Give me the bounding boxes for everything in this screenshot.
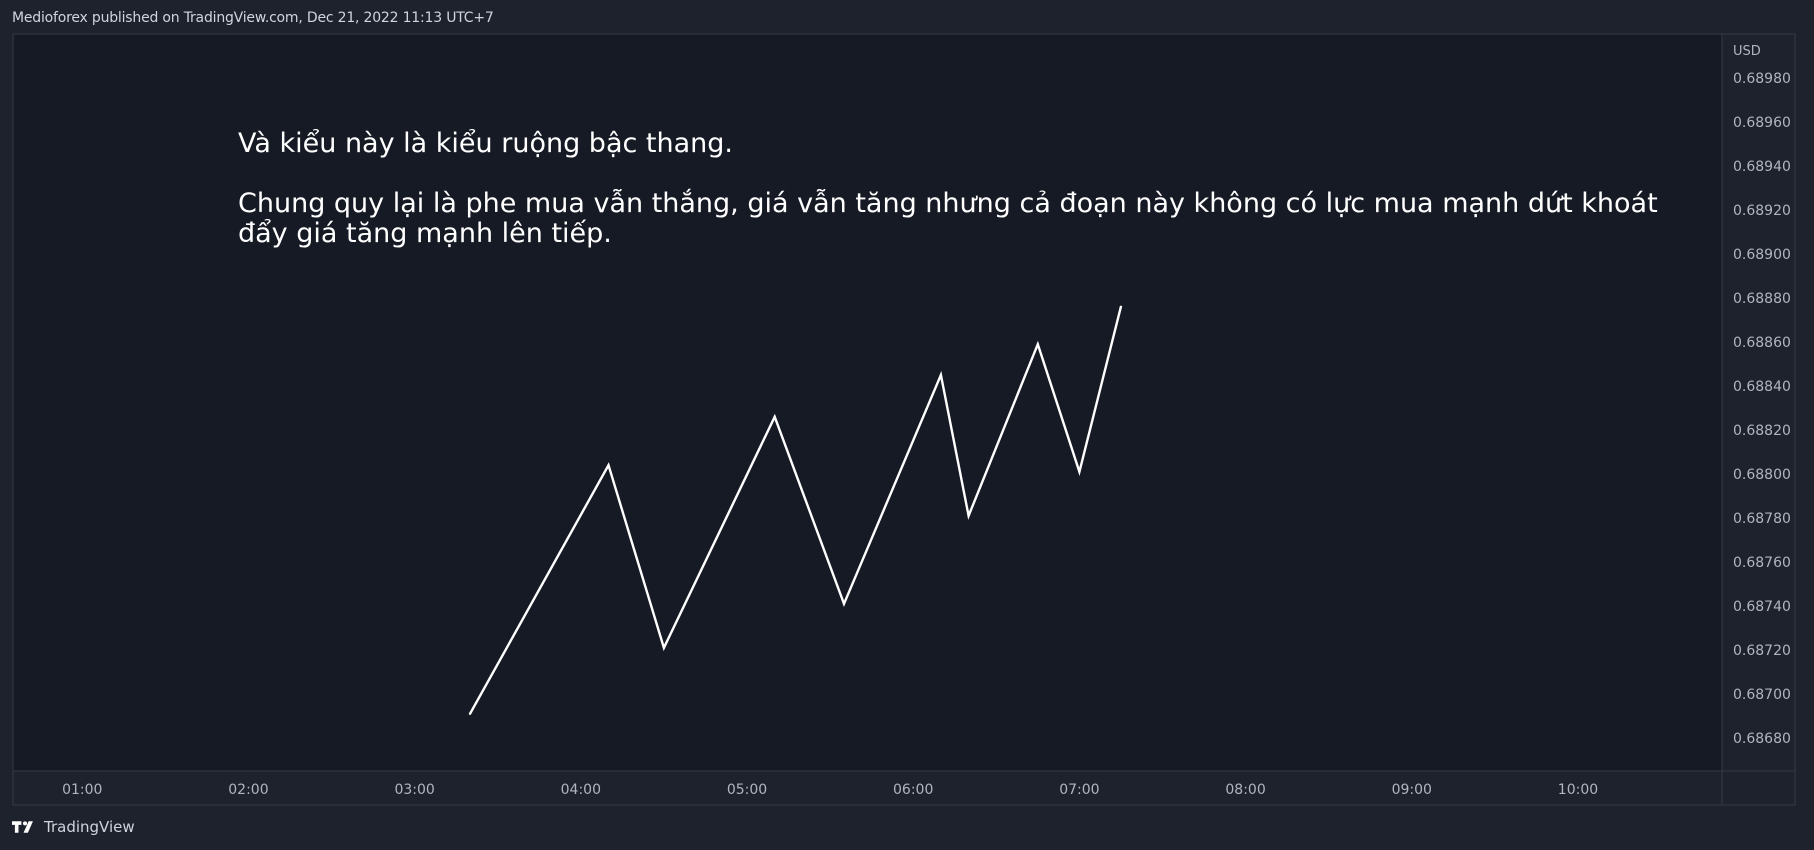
annotation-line: đẩy giá tăng mạnh lên tiếp. xyxy=(238,218,612,249)
x-tick-label: 02:00 xyxy=(228,782,268,798)
x-tick-label: 05:00 xyxy=(727,782,767,798)
x-tick-label: 04:00 xyxy=(561,782,601,798)
y-tick-label: 0.68920 xyxy=(1733,203,1791,219)
data-point xyxy=(1036,343,1040,346)
x-tick-label: 01:00 xyxy=(62,782,102,798)
data-point xyxy=(842,602,846,605)
y-tick-label: 0.68900 xyxy=(1733,247,1791,263)
data-point xyxy=(939,373,943,377)
tradingview-logo-icon xyxy=(12,821,33,833)
annotation-line: Và kiểu này là kiểu ruộng bậc thang. xyxy=(238,128,733,159)
chart-area[interactable]: USD 0.68980 0.68960 0.68940 0.68920 0.68900 0… xyxy=(0,0,1814,850)
data-point xyxy=(662,646,666,649)
y-tick-label: 0.68700 xyxy=(1733,687,1791,703)
y-tick-label: 0.68680 xyxy=(1733,731,1791,747)
data-point xyxy=(967,514,970,517)
data-point xyxy=(773,415,776,418)
x-tick-label: 03:00 xyxy=(394,782,434,798)
footer-brand[interactable]: TradingView xyxy=(12,818,135,836)
x-tick-label: 08:00 xyxy=(1225,782,1265,798)
time-scale-pane[interactable] xyxy=(13,771,1722,805)
y-tick-label: 0.68720 xyxy=(1733,643,1791,659)
x-tick-label: 09:00 xyxy=(1392,782,1432,798)
y-tick-label: 0.68840 xyxy=(1733,379,1791,395)
y-tick-label: 0.68800 xyxy=(1733,467,1791,483)
y-tick-label: 0.68940 xyxy=(1733,159,1791,175)
data-point xyxy=(1078,470,1081,473)
y-tick-label: 0.68820 xyxy=(1733,423,1791,439)
y-tick-label: 0.68860 xyxy=(1733,335,1791,351)
data-point xyxy=(607,464,610,467)
data-point xyxy=(468,712,472,715)
y-tick-label: 0.68780 xyxy=(1733,511,1791,527)
x-tick-label: 07:00 xyxy=(1059,782,1099,798)
x-tick-label: 06:00 xyxy=(893,782,933,798)
y-tick-label: 0.68980 xyxy=(1733,71,1791,87)
currency-label: USD xyxy=(1733,44,1761,59)
y-tick-label: 0.68880 xyxy=(1733,291,1791,307)
footer-brand-label: TradingView xyxy=(44,818,135,836)
y-tick-label: 0.68740 xyxy=(1733,599,1791,615)
data-point xyxy=(1119,305,1123,308)
annotation-line: Chung quy lại là phe mua vẫn thắng, giá … xyxy=(238,188,1658,219)
y-tick-label: 0.68760 xyxy=(1733,555,1791,571)
x-tick-label: 10:00 xyxy=(1558,782,1598,798)
y-tick-label: 0.68960 xyxy=(1733,115,1791,131)
